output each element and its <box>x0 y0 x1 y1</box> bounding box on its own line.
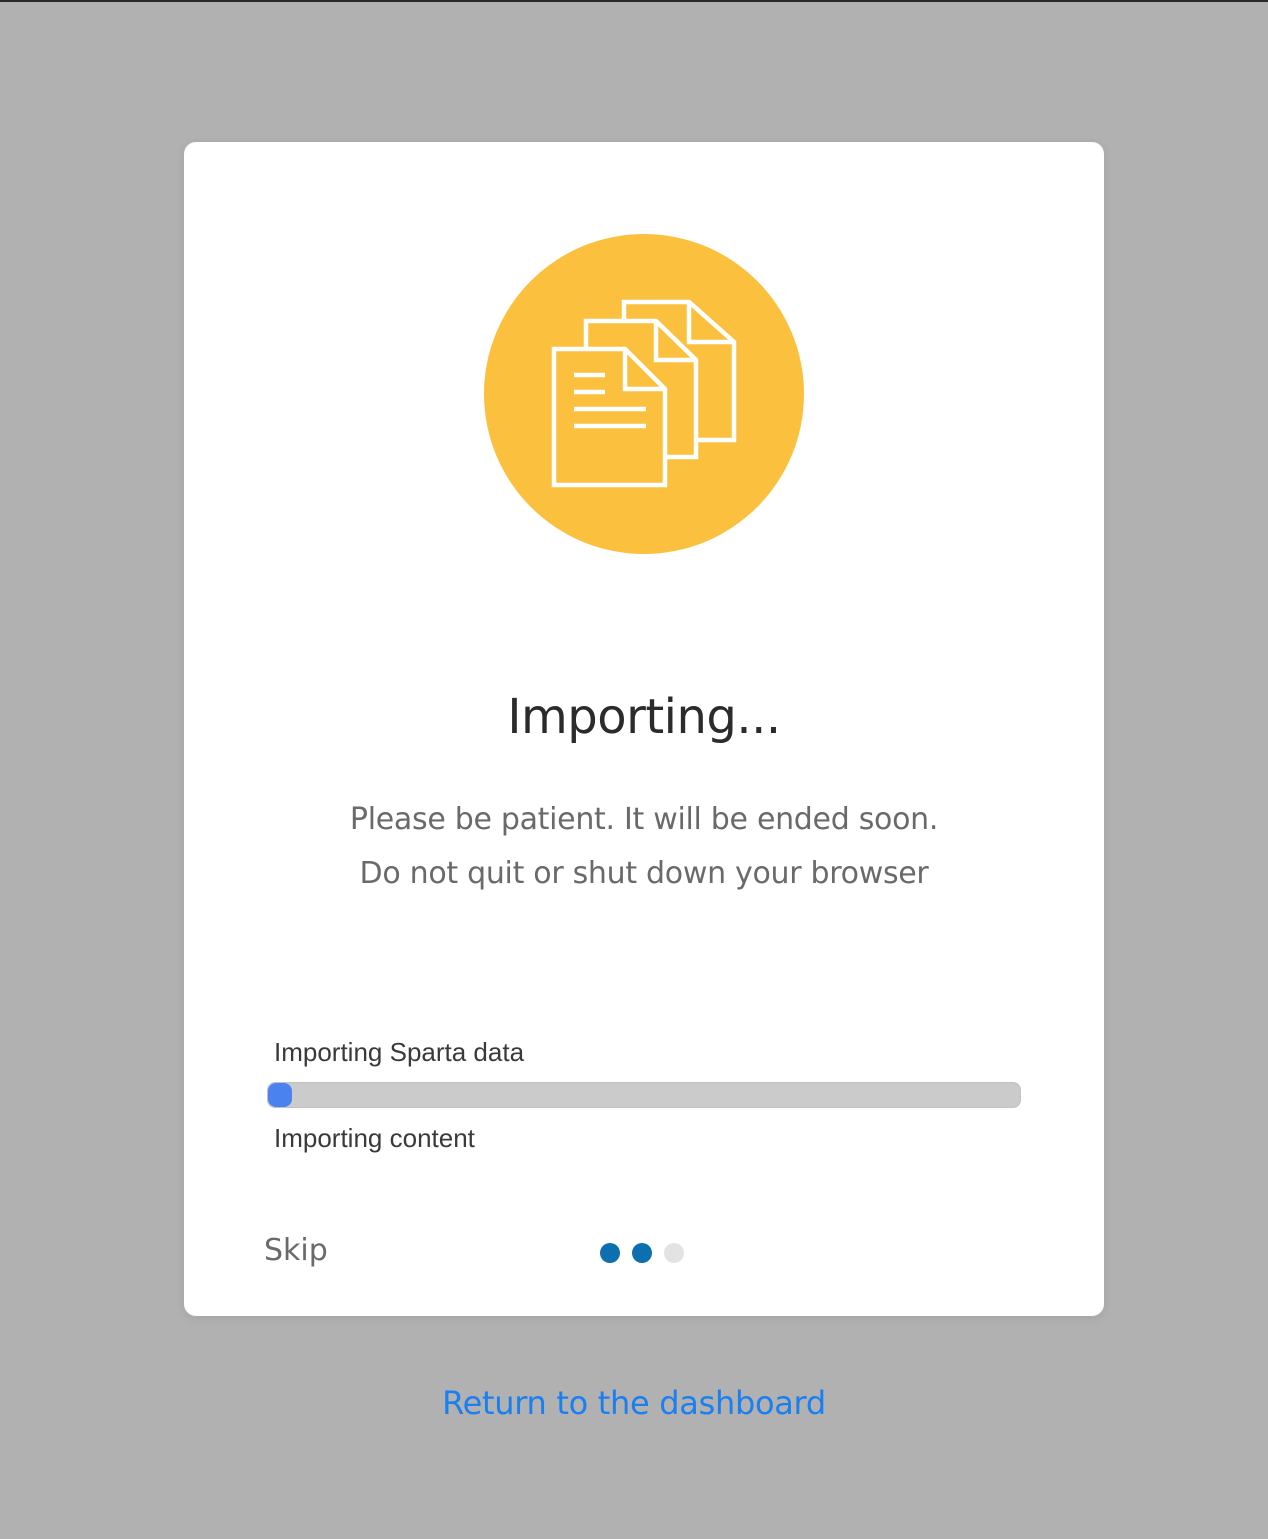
documents-icon <box>484 234 804 554</box>
current-step-label: Importing Sparta data <box>274 1037 525 1067</box>
dialog-title: Importing... <box>507 689 781 745</box>
dialog-message-line1: Please be patient. It will be ended soon… <box>349 802 939 837</box>
next-step-label: Importing content <box>274 1123 475 1153</box>
pager-dot[interactable] <box>600 1243 620 1263</box>
return-to-dashboard-link[interactable]: Return to the dashboard <box>0 1382 1268 1424</box>
import-progress-fill <box>268 1083 292 1107</box>
dialog-message-line2: Do not quit or shut down your browser <box>359 856 929 891</box>
pager-dot[interactable] <box>632 1243 652 1263</box>
import-progress-dialog: Importing... Please be patient. It will … <box>184 142 1104 1316</box>
step-pager <box>600 1243 684 1263</box>
import-progress-bar <box>267 1082 1021 1108</box>
skip-button[interactable]: Skip <box>264 1231 328 1271</box>
window-top-border <box>0 0 1268 2</box>
pager-dot[interactable] <box>664 1243 684 1263</box>
